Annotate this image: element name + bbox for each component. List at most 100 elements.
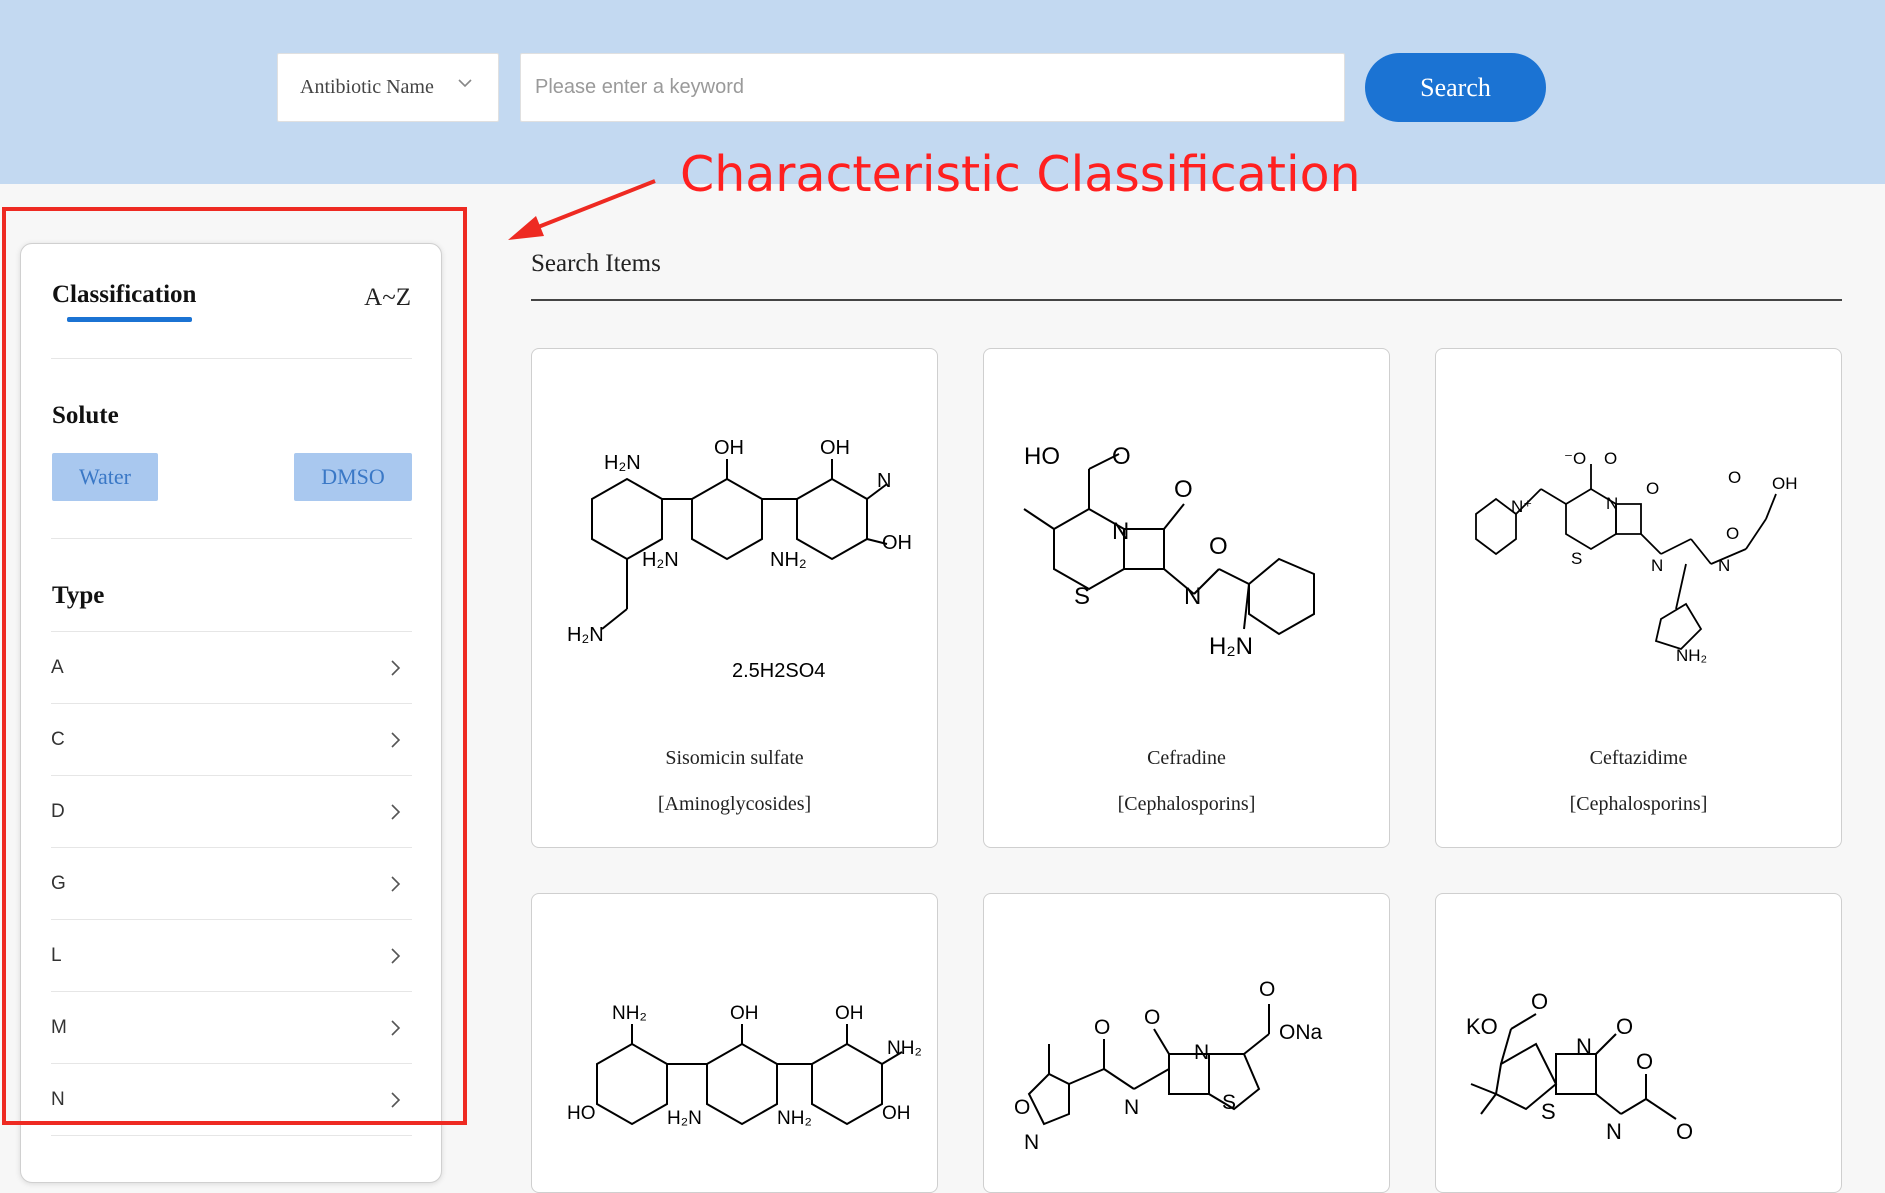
molecule-atom-label: OH xyxy=(835,1003,864,1024)
molecule-atom-label: O xyxy=(1259,978,1275,1001)
molecule-atom-label: OH xyxy=(882,1103,911,1124)
results-title: Search Items xyxy=(531,250,661,277)
molecule-atom-label: O xyxy=(1531,989,1548,1014)
result-name: Ceftazidime xyxy=(1589,747,1688,769)
molecule-atom-label: N xyxy=(1024,1131,1039,1154)
molecule-atom-label: OH xyxy=(730,1003,759,1024)
result-name: Cefradine xyxy=(1147,747,1226,769)
molecule-atom-label: S xyxy=(1571,549,1582,568)
type-item-n[interactable]: N xyxy=(51,1064,412,1136)
molecule-atom-label: HO xyxy=(567,1103,596,1124)
molecule-atom-label: N xyxy=(1184,583,1201,610)
molecule-atom-label: ONa xyxy=(1279,1021,1323,1044)
molecule-atom-label: O xyxy=(1726,524,1739,543)
molecule-atom-label: N xyxy=(1576,1034,1592,1059)
molecule-atom-label: S xyxy=(1541,1099,1556,1124)
molecule-salt-label: 2.5H2SO4 xyxy=(732,660,825,682)
molecule-atom-label: S xyxy=(1222,1091,1236,1114)
type-title: Type xyxy=(52,582,105,609)
type-item-label: G xyxy=(51,872,66,894)
molecule-atom-label: H₂N xyxy=(1209,633,1253,660)
search-button[interactable]: Search xyxy=(1365,53,1546,122)
molecule-atom-label: O xyxy=(1616,1014,1633,1039)
chevron-right-icon xyxy=(391,731,401,748)
solute-dmso-button[interactable]: DMSO xyxy=(294,453,412,501)
molecule-atom-label: H₂N xyxy=(567,624,604,646)
result-card[interactable]: KO O N O S O N O xyxy=(1435,893,1842,1193)
chevron-down-icon xyxy=(458,79,472,88)
molecule-atom-label: O xyxy=(1014,1096,1030,1119)
molecule-atom-label: N xyxy=(1194,1041,1209,1064)
result-name: Sisomicin sulfate xyxy=(665,747,804,769)
annotation-arrow-icon xyxy=(508,179,656,240)
molecule-atom-label: H₂N xyxy=(604,452,641,474)
molecule-atom-label: N xyxy=(1124,1096,1139,1119)
molecule-atom-label: O xyxy=(1604,449,1617,468)
result-card[interactable]: HO O O N S N O H₂N Cefradine [Cephalospo… xyxy=(983,348,1390,848)
molecule-atom-label: S xyxy=(1074,583,1090,610)
molecule-atom-label: N⁺ xyxy=(1511,497,1532,516)
molecule-atom-label: N xyxy=(1606,494,1618,513)
classification-sidebar: Classification A~Z Solute Water DMSO Typ… xyxy=(20,243,442,1183)
result-card[interactable]: H₂N OH OH N OH H₂N NH₂ H₂N 2.5H2SO4 Siso… xyxy=(531,348,938,848)
type-item-d[interactable]: D xyxy=(51,776,412,848)
molecule-atom-label: O xyxy=(1646,479,1659,498)
type-item-label: C xyxy=(51,728,65,750)
results-divider xyxy=(531,299,1842,301)
result-card[interactable]: ⁻O O N⁺ N O S N O OH O N NH₂ Ceftazidime… xyxy=(1435,348,1842,848)
chevron-right-icon xyxy=(391,1019,401,1036)
molecule-atom-label: N xyxy=(1112,518,1129,545)
molecule-atom-label: O xyxy=(1209,533,1228,560)
molecule-atom-label: O xyxy=(1094,1016,1110,1039)
molecule-atom-label: O xyxy=(1676,1119,1693,1144)
result-card[interactable]: O O N O ONa O N N S xyxy=(983,893,1390,1193)
molecule-atom-label: NH₂ xyxy=(777,1108,812,1129)
molecule-atom-label: KO xyxy=(1466,1014,1498,1039)
molecule-atom-label: N xyxy=(1651,556,1663,575)
result-class: [Aminoglycosides] xyxy=(657,793,812,815)
type-item-l[interactable]: L xyxy=(51,920,412,992)
molecule-atom-label: O xyxy=(1728,468,1741,487)
chevron-right-icon xyxy=(391,803,401,820)
type-item-a[interactable]: A xyxy=(51,632,412,704)
molecule-atom-label: OH xyxy=(882,532,912,554)
molecule-atom-label: H₂N xyxy=(667,1108,702,1129)
molecule-atom-label: O xyxy=(1144,1006,1160,1029)
tab-a-z[interactable]: A~Z xyxy=(364,284,411,312)
molecule-structure-image: H₂N OH OH N OH H₂N NH₂ H₂N 2.5H2SO4 xyxy=(567,437,912,682)
type-item-g[interactable]: G xyxy=(51,848,412,920)
molecule-atom-label: N xyxy=(1606,1119,1622,1144)
type-item-m[interactable]: M xyxy=(51,992,412,1064)
chevron-right-icon xyxy=(391,1091,401,1108)
active-tab-indicator xyxy=(67,317,192,322)
molecule-atom-label: N xyxy=(877,470,891,492)
search-field-select-label: Antibiotic Name xyxy=(300,76,434,98)
molecule-atom-label: NH₂ xyxy=(1676,646,1707,665)
chevron-right-icon xyxy=(391,659,401,676)
divider xyxy=(51,538,412,539)
molecule-atom-label: HO xyxy=(1024,443,1060,470)
type-item-label: N xyxy=(51,1088,65,1110)
search-field-select[interactable]: Antibiotic Name xyxy=(277,53,499,122)
molecule-atom-label: NH₂ xyxy=(770,549,807,571)
molecule-atom-label: NH₂ xyxy=(612,1003,647,1024)
molecule-structure-image: HO O O N S N O H₂N xyxy=(1023,443,1315,660)
type-item-label: A xyxy=(51,656,64,678)
solute-title: Solute xyxy=(52,402,119,429)
molecule-atom-label: ⁻O xyxy=(1564,449,1586,468)
result-class: [Cephalosporins] xyxy=(1117,793,1256,815)
type-item-c[interactable]: C xyxy=(51,704,412,776)
type-item-label: D xyxy=(51,800,65,822)
molecule-atom-label: O xyxy=(1174,476,1193,503)
molecule-atom-label: N xyxy=(1718,556,1730,575)
tab-classification[interactable]: Classification xyxy=(52,281,196,309)
annotation-label: Characteristic Classification xyxy=(680,146,1361,203)
chevron-right-icon xyxy=(391,947,401,964)
chevron-right-icon xyxy=(391,875,401,892)
molecule-atom-label: NH₂ xyxy=(887,1038,922,1059)
solute-water-button[interactable]: Water xyxy=(52,453,158,501)
result-card[interactable]: NH₂ OH OH NH₂ HO H₂N NH₂ OH xyxy=(531,893,938,1193)
molecule-structure-image: KO O N O S O N O xyxy=(1466,989,1693,1144)
search-input[interactable] xyxy=(520,53,1345,122)
molecule-atom-label: O xyxy=(1112,443,1131,470)
